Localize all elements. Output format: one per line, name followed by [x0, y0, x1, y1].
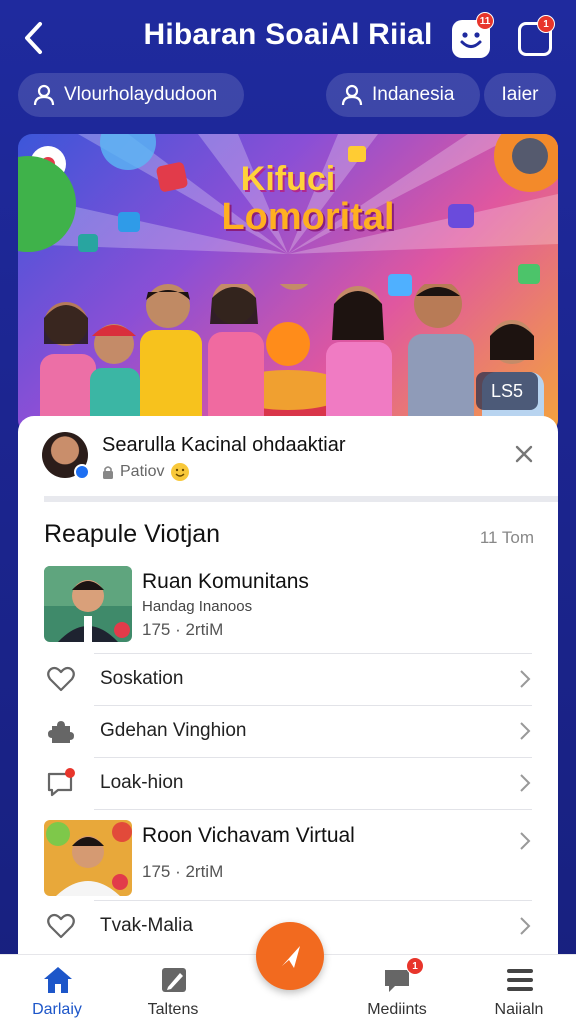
home-icon [44, 967, 72, 993]
virtual-room-item[interactable]: Roon Vichavam Virtual 175 · 2rtiM [18, 820, 558, 912]
chevron-right-icon [520, 722, 531, 740]
post-header: Searulla Kacinal ohdaaktiar Patiov [18, 416, 558, 500]
notifications-button[interactable]: 1 [518, 15, 555, 56]
virtual-room-stat: 175 · 2rtiM [142, 862, 224, 881]
heart-icon [47, 666, 75, 692]
later-filter-label: Iaier [501, 84, 539, 105]
community-stat: 175 · 2rtiM [142, 620, 224, 639]
play-fab-button[interactable] [256, 922, 324, 990]
content-card: Searulla Kacinal ohdaaktiar Patiov Reapu… [18, 416, 558, 956]
hero-title-line2: Lomorital [221, 195, 395, 238]
list-item-gdehan[interactable]: Gdehan Vinghion [18, 705, 558, 757]
post-meta-text: Patiov [120, 463, 165, 480]
emoji-button[interactable]: 11 [452, 12, 494, 58]
post-author: Searulla Kacinal ohdaaktiar [102, 434, 346, 456]
country-filter-pill[interactable]: Indanesia [326, 73, 480, 117]
user-filter-label: Vlourholaydudoon [64, 84, 218, 105]
close-icon[interactable] [512, 442, 536, 466]
nav-menu[interactable]: Naiialn [464, 955, 574, 1024]
hero-title-line1: Kifuci [240, 160, 336, 198]
virtual-room-title: Roon Vichavam Virtual [142, 824, 355, 847]
nav-messages[interactable]: 1 Mediints [342, 955, 452, 1024]
hero-banner[interactable]: Kifuci Lomorital LS5 [18, 134, 558, 434]
section-time: 11 Tom [479, 528, 534, 547]
community-item[interactable]: Ruan Komunitans Handag Inanoos 175 · 2rt… [18, 566, 558, 658]
country-filter-label: Indanesia [372, 84, 455, 105]
community-title: Ruan Komunitans [142, 570, 309, 593]
smile-emoji-icon [171, 463, 190, 481]
row-divider [94, 809, 532, 810]
nav-edit-label: Taltens [147, 1001, 199, 1018]
list-item-label: Gdehan Vinghion [100, 720, 247, 741]
smile-badge: 11 [476, 12, 494, 30]
list-item-loak[interactable]: Loak-hion [18, 757, 558, 809]
chevron-right-icon [520, 774, 531, 792]
menu-icon [507, 969, 533, 991]
hero-title: Kifuci Lomorital [18, 160, 558, 238]
virtual-room-thumbnail [44, 820, 132, 896]
crowd-illustration [40, 284, 544, 434]
nav-menu-label: Naiialn [494, 1001, 544, 1018]
nav-edit[interactable]: Taltens [118, 955, 228, 1024]
list-item-label: Tvak-Malia [100, 915, 193, 936]
post-meta: Patiov [102, 462, 190, 482]
avatar[interactable] [42, 432, 90, 480]
nav-home[interactable]: Darlaiy [2, 955, 112, 1024]
puzzle-icon [48, 721, 74, 743]
verified-badge [74, 464, 90, 480]
messages-badge: 1 [406, 957, 424, 975]
hero-tag-button[interactable]: LS5 [476, 372, 538, 410]
user-filter-pill[interactable]: Vlourholaydudoon [18, 73, 244, 117]
list-item-label: Soskation [100, 668, 184, 689]
chevron-right-icon [520, 670, 531, 688]
user-icon [33, 84, 55, 106]
chevron-right-icon [520, 832, 531, 850]
edit-icon [162, 968, 186, 992]
section-title: Reapule Viotjan [44, 520, 221, 548]
community-subtitle: Handag Inanoos [142, 598, 253, 615]
later-filter-pill[interactable]: Iaier [484, 73, 556, 117]
list-item-label: Loak-hion [100, 772, 184, 793]
top-app-bar: Hibaran SoaiAl Riial 11 1 [0, 0, 576, 76]
nav-home-label: Darlaiy [32, 1001, 82, 1018]
notification-badge: 1 [537, 15, 555, 33]
send-icon [282, 946, 300, 968]
user-icon [341, 84, 363, 106]
community-thumbnail [44, 566, 132, 642]
nav-messages-label: Mediints [367, 1001, 427, 1018]
chevron-right-icon [520, 917, 531, 935]
chat-icon [47, 768, 75, 797]
section-divider [44, 496, 558, 502]
lock-icon [103, 466, 113, 479]
list-item-soskation[interactable]: Soskation [18, 653, 558, 705]
heart-icon [47, 913, 75, 939]
